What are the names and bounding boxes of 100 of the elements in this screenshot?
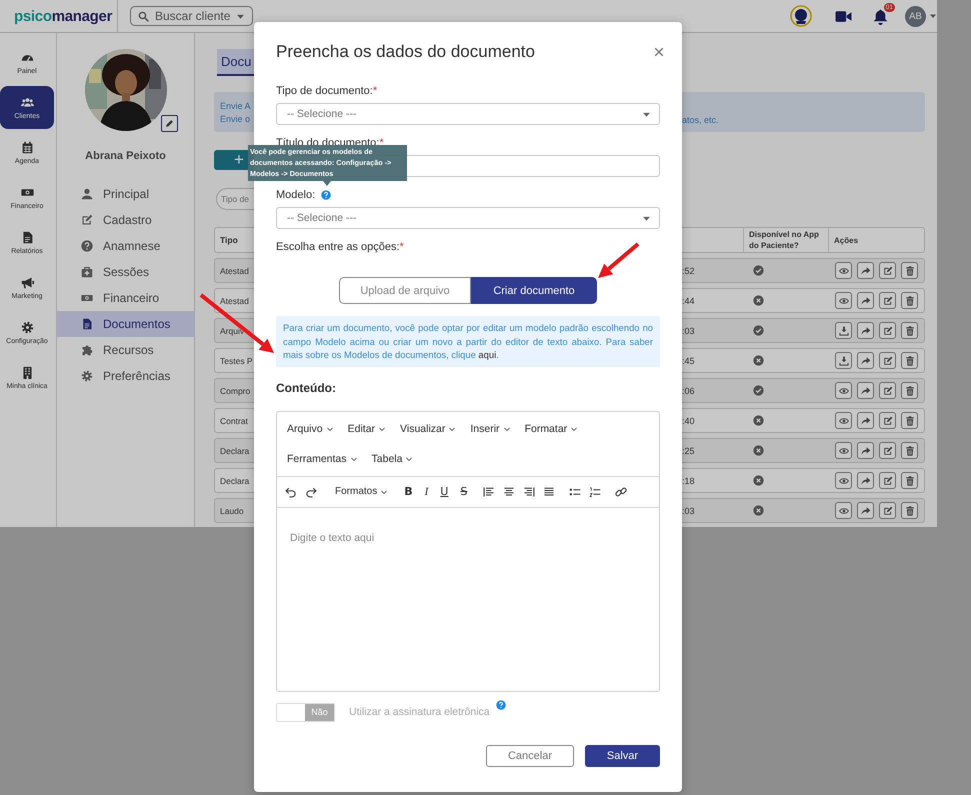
edit-button[interactable] bbox=[879, 442, 896, 459]
banner-text: atos, etc. bbox=[682, 115, 720, 127]
strikethrough-button[interactable]: S bbox=[458, 485, 470, 498]
pencil-icon bbox=[164, 119, 174, 128]
delete-button[interactable] bbox=[901, 412, 918, 429]
trash-icon bbox=[904, 476, 914, 486]
menu-item[interactable]: Inserir bbox=[470, 422, 511, 434]
share-button[interactable] bbox=[857, 322, 874, 339]
numbered-list-icon[interactable] bbox=[589, 486, 602, 498]
caret-icon[interactable] bbox=[929, 12, 937, 20]
align-left-icon[interactable] bbox=[483, 486, 496, 498]
trash-icon bbox=[904, 296, 914, 306]
delete-button[interactable] bbox=[901, 382, 918, 399]
share-button[interactable] bbox=[857, 502, 874, 519]
help-icon[interactable] bbox=[321, 190, 332, 200]
link-icon[interactable] bbox=[615, 486, 628, 498]
delete-button[interactable] bbox=[901, 322, 918, 339]
bell-icon[interactable] bbox=[872, 8, 889, 24]
formats-dropdown[interactable]: Formatos bbox=[335, 486, 388, 497]
option-tab[interactable]: Criar documento bbox=[471, 277, 597, 304]
close-button[interactable] bbox=[653, 46, 665, 58]
delete-button[interactable] bbox=[901, 292, 918, 309]
bold-button[interactable]: B bbox=[402, 485, 415, 498]
view-button[interactable] bbox=[835, 442, 852, 459]
bullet-list-icon[interactable] bbox=[569, 486, 582, 498]
underline-button[interactable]: U bbox=[438, 485, 450, 498]
delete-button[interactable] bbox=[901, 352, 918, 369]
filter-field[interactable]: Tipo de bbox=[216, 188, 254, 210]
menu-item[interactable]: Tabela bbox=[372, 452, 414, 464]
sidebar-item[interactable]: Documentos bbox=[57, 311, 194, 337]
select-field[interactable]: -- Selecione --- bbox=[276, 207, 660, 229]
undo-icon[interactable] bbox=[285, 486, 297, 498]
delete-button[interactable] bbox=[901, 502, 918, 519]
sidebar-item[interactable]: Recursos bbox=[57, 337, 194, 363]
option-tab[interactable]: Upload de arquivo bbox=[339, 277, 471, 304]
trash-icon bbox=[904, 356, 914, 366]
user-avatar[interactable]: AB bbox=[905, 6, 926, 26]
align-right-icon[interactable] bbox=[523, 486, 536, 498]
save-button[interactable]: Salvar bbox=[585, 744, 660, 766]
edit-icon bbox=[882, 266, 892, 276]
download-button[interactable] bbox=[835, 352, 852, 369]
menu-item[interactable]: Editar bbox=[348, 422, 386, 434]
menu-item[interactable]: Arquivo bbox=[287, 422, 334, 434]
share-button[interactable] bbox=[857, 262, 874, 279]
italic-button[interactable]: I bbox=[422, 486, 430, 498]
logo[interactable]: psicomanager bbox=[14, 8, 112, 24]
sidebar-item[interactable]: Principal bbox=[57, 181, 194, 207]
sidebar-item[interactable]: Preferências bbox=[57, 363, 194, 389]
search-icon bbox=[138, 10, 149, 22]
sidebar-item[interactable]: Sessões bbox=[57, 259, 194, 285]
edit-photo-button[interactable] bbox=[160, 115, 178, 132]
delete-button[interactable] bbox=[901, 442, 918, 459]
view-button[interactable] bbox=[835, 502, 852, 519]
share-button[interactable] bbox=[857, 382, 874, 399]
client-search-button[interactable]: Buscar cliente bbox=[130, 6, 254, 26]
editor-body[interactable]: Digite o texto aqui bbox=[277, 508, 659, 690]
view-button[interactable] bbox=[835, 382, 852, 399]
document-icon bbox=[20, 230, 34, 244]
edit-button[interactable] bbox=[879, 262, 896, 279]
view-button[interactable] bbox=[835, 292, 852, 309]
view-button[interactable] bbox=[835, 412, 852, 429]
menu-item[interactable]: Formatar bbox=[524, 422, 578, 434]
redo-icon[interactable] bbox=[305, 486, 317, 498]
help-icon[interactable] bbox=[496, 700, 506, 710]
medal-icon[interactable] bbox=[790, 5, 812, 27]
justify-icon[interactable] bbox=[543, 486, 556, 498]
table-cell-text: :40 bbox=[682, 416, 696, 426]
share-button[interactable] bbox=[857, 352, 874, 369]
cancel-button[interactable]: Cancelar bbox=[486, 744, 574, 766]
menu-item[interactable]: Visualizar bbox=[400, 422, 456, 434]
delete-button[interactable] bbox=[901, 472, 918, 489]
menu-item[interactable]: Ferramentas bbox=[287, 452, 358, 464]
share-button[interactable] bbox=[857, 292, 874, 309]
share-button[interactable] bbox=[857, 472, 874, 489]
share-button[interactable] bbox=[857, 412, 874, 429]
edit-button[interactable] bbox=[879, 322, 896, 339]
edit-button[interactable] bbox=[879, 292, 896, 309]
edit-button[interactable] bbox=[879, 382, 896, 399]
required-mark: * bbox=[400, 240, 404, 254]
edit-icon bbox=[882, 326, 892, 336]
edit-button[interactable] bbox=[879, 352, 896, 369]
align-center-icon[interactable] bbox=[503, 486, 516, 498]
puzzle-icon bbox=[81, 344, 93, 356]
edit-button[interactable] bbox=[879, 412, 896, 429]
share-button[interactable] bbox=[857, 442, 874, 459]
page-tab[interactable]: Docu bbox=[217, 49, 254, 76]
edit-button[interactable] bbox=[879, 472, 896, 489]
sidebar-item[interactable]: Anamnese bbox=[57, 233, 194, 259]
download-button[interactable] bbox=[835, 322, 852, 339]
edit-button[interactable] bbox=[879, 502, 896, 519]
link[interactable]: aqui bbox=[478, 349, 496, 360]
sidebar-item[interactable]: Financeiro bbox=[57, 285, 194, 311]
table-cell-text: Declara bbox=[219, 446, 250, 456]
view-button[interactable] bbox=[835, 262, 852, 279]
edit-icon bbox=[882, 356, 892, 366]
select-field[interactable]: -- Selecione --- bbox=[276, 103, 660, 125]
delete-button[interactable] bbox=[901, 262, 918, 279]
sidebar-item[interactable]: Cadastro bbox=[57, 207, 194, 233]
view-button[interactable] bbox=[835, 472, 852, 489]
table-cell-text: Compro bbox=[219, 386, 252, 396]
